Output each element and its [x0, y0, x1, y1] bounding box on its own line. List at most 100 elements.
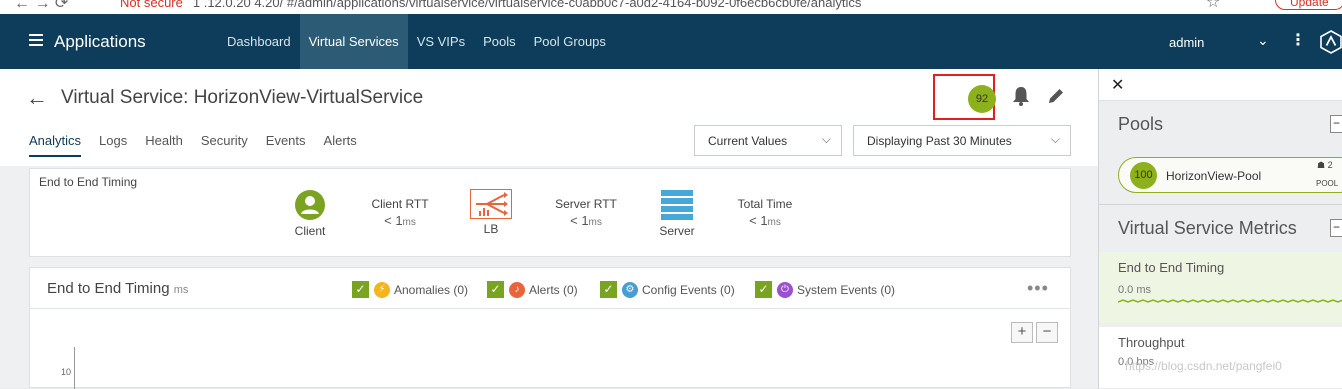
zoom-out-button[interactable]: − [1036, 322, 1058, 343]
filter-anomalies[interactable]: ✓ ⚡ Anomalies (0) [352, 281, 468, 298]
bell-icon[interactable] [1011, 85, 1031, 107]
filter-config-events[interactable]: ✓ ⚙ Config Events (0) [600, 281, 735, 298]
end-to-end-timing-card: End to End Timing Client Client RTT < 1m… [29, 168, 1071, 257]
chart-header: End to End Timing ms ✓ ⚡ Anomalies (0) ✓… [30, 268, 1070, 309]
power-icon: ⏻ [777, 281, 793, 298]
chart-title: End to End Timing ms [47, 280, 188, 297]
values-select[interactable]: Current Values ⌵ [694, 125, 842, 156]
lb-label: LB [483, 222, 499, 236]
total-time-unit: ms [767, 217, 781, 228]
right-side-panel: ✕ Pools − 100 HorizonView-Pool ☗ 2 POOL … [1098, 69, 1342, 388]
metrics-collapse-button[interactable]: − [1330, 219, 1342, 237]
filter-system-events[interactable]: ✓ ⏻ System Events (0) [755, 281, 895, 298]
zoom-in-button[interactable]: + [1011, 322, 1033, 343]
tab-logs[interactable]: Logs [99, 133, 127, 157]
edit-pencil-icon[interactable] [1046, 86, 1066, 106]
client-rtt-metric: Client RTT < 1ms [360, 197, 440, 228]
chevron-down-icon: ⌵ [1050, 132, 1060, 146]
total-time-value: < 1 [749, 213, 768, 228]
client-rtt-label: Client RTT [371, 197, 429, 211]
nav-vs-vips[interactable]: VS VIPs [408, 14, 474, 69]
server-rtt-label: Server RTT [555, 197, 617, 211]
bookmark-star-icon[interactable]: ☆ [1206, 0, 1220, 12]
kebab-menu-icon[interactable]: ⋮ [1290, 30, 1306, 50]
nav-pools[interactable]: Pools [474, 14, 525, 69]
checkbox-checked-icon[interactable]: ✓ [487, 281, 504, 298]
server-label: Server [659, 224, 695, 238]
address-bar[interactable]: Not secure 1 .12.0.20 4.20/ #/admin/appli… [120, 0, 861, 10]
timing-chart-card: End to End Timing ms ✓ ⚡ Anomalies (0) ✓… [29, 267, 1071, 389]
filter-config-events-label: Config Events (0) [642, 282, 735, 297]
metric-throughput[interactable]: Throughput 0.0 bps [1099, 327, 1342, 388]
browser-nav-buttons[interactable]: ← → ⟳ [14, 0, 68, 13]
filter-alerts-label: Alerts (0) [529, 282, 578, 297]
anomaly-icon: ⚡ [374, 281, 390, 298]
vs-metrics-heading: Virtual Service Metrics [1118, 218, 1297, 238]
pools-collapse-button[interactable]: − [1330, 115, 1342, 133]
y-axis-tick-label: 10 [61, 367, 72, 377]
app-title[interactable]: Applications [54, 32, 146, 52]
client-label: Client [294, 224, 326, 238]
server-rtt-metric: Server RTT < 1ms [546, 197, 626, 228]
time-range-select[interactable]: Displaying Past 30 Minutes ⌵ [853, 125, 1071, 156]
lb-node: LB [470, 189, 512, 236]
client-icon [295, 190, 325, 220]
pool-item[interactable]: 100 HorizonView-Pool ☗ 2 POOL [1118, 157, 1342, 193]
page-title: Virtual Service: HorizonView-VirtualServ… [61, 87, 424, 108]
client-node: Client [289, 189, 331, 238]
side-panel-header: ✕ [1099, 69, 1342, 101]
watermark-text: https://blog.csdn.net/pangfei0 [1125, 359, 1282, 373]
not-secure-label: Not secure [120, 0, 183, 10]
tab-health[interactable]: Health [145, 133, 183, 157]
pool-health-badge: 100 [1130, 162, 1157, 189]
section-divider [1099, 204, 1342, 205]
pools-heading: Pools [1118, 114, 1164, 134]
vs-tabs: Analytics Logs Health Security Events Al… [29, 133, 375, 157]
server-rtt-value: < 1 [570, 213, 589, 228]
server-node: Server [654, 189, 700, 238]
tab-analytics[interactable]: Analytics [29, 133, 82, 157]
client-rtt-unit: ms [402, 217, 416, 228]
nav-pool-groups[interactable]: Pool Groups [525, 14, 615, 69]
filter-anomalies-label: Anomalies (0) [394, 282, 469, 297]
page-header: ← Virtual Service: HorizonView-VirtualSe… [0, 69, 1098, 166]
pool-tag: POOL [1316, 179, 1339, 188]
url-text: 1 .12.0.20 4.20/ #/admin/applications/vi… [192, 0, 862, 10]
close-icon[interactable]: ✕ [1111, 75, 1124, 95]
tab-security[interactable]: Security [201, 133, 248, 157]
pool-server-count: 2 [1327, 160, 1333, 170]
back-arrow-icon[interactable]: ← [26, 85, 48, 111]
filter-system-events-label: System Events (0) [797, 282, 896, 297]
pool-name: HorizonView-Pool [1166, 169, 1262, 183]
checkbox-checked-icon[interactable]: ✓ [352, 281, 369, 298]
top-nav-tabs: Dashboard Virtual Services VS VIPs Pools… [218, 14, 615, 69]
total-time-label: Total Time [737, 197, 793, 211]
chevron-down-icon: ⌵ [821, 132, 831, 146]
checkbox-checked-icon[interactable]: ✓ [600, 281, 617, 298]
metric-end-to-end-timing[interactable]: End to End Timing 0.0 ms [1099, 252, 1342, 323]
browser-update-button[interactable]: Update [1275, 0, 1342, 10]
alert-bell-icon: ♪ [509, 281, 525, 298]
chart-title-text: End to End Timing [47, 280, 170, 297]
hamburger-menu-icon[interactable] [29, 34, 43, 46]
filter-alerts[interactable]: ✓ ♪ Alerts (0) [487, 281, 578, 298]
avi-logo-icon[interactable] [1320, 30, 1342, 54]
health-score-badge[interactable]: 92 [968, 85, 996, 113]
server-rtt-unit: ms [588, 217, 602, 228]
tab-alerts[interactable]: Alerts [324, 133, 357, 157]
tab-events[interactable]: Events [266, 133, 306, 157]
client-rtt-value: < 1 [384, 213, 403, 228]
config-gear-icon: ⚙ [622, 281, 638, 298]
chart-y-axis [74, 347, 75, 389]
metric-sparkline [1118, 299, 1342, 303]
nav-virtual-services[interactable]: Virtual Services [299, 14, 408, 69]
metric-name: End to End Timing [1118, 260, 1225, 275]
more-options-icon[interactable]: ••• [1027, 278, 1049, 299]
browser-toolbar: ← → ⟳ Not secure 1 .12.0.20 4.20/ #/admin… [0, 0, 1342, 14]
user-menu[interactable]: admin [1169, 35, 1204, 50]
metric-value: 0.0 ms [1118, 284, 1152, 296]
chevron-down-icon[interactable]: ⌄ [1257, 32, 1269, 49]
nav-dashboard[interactable]: Dashboard [218, 14, 300, 69]
total-time-metric: Total Time < 1ms [725, 197, 805, 228]
checkbox-checked-icon[interactable]: ✓ [755, 281, 772, 298]
